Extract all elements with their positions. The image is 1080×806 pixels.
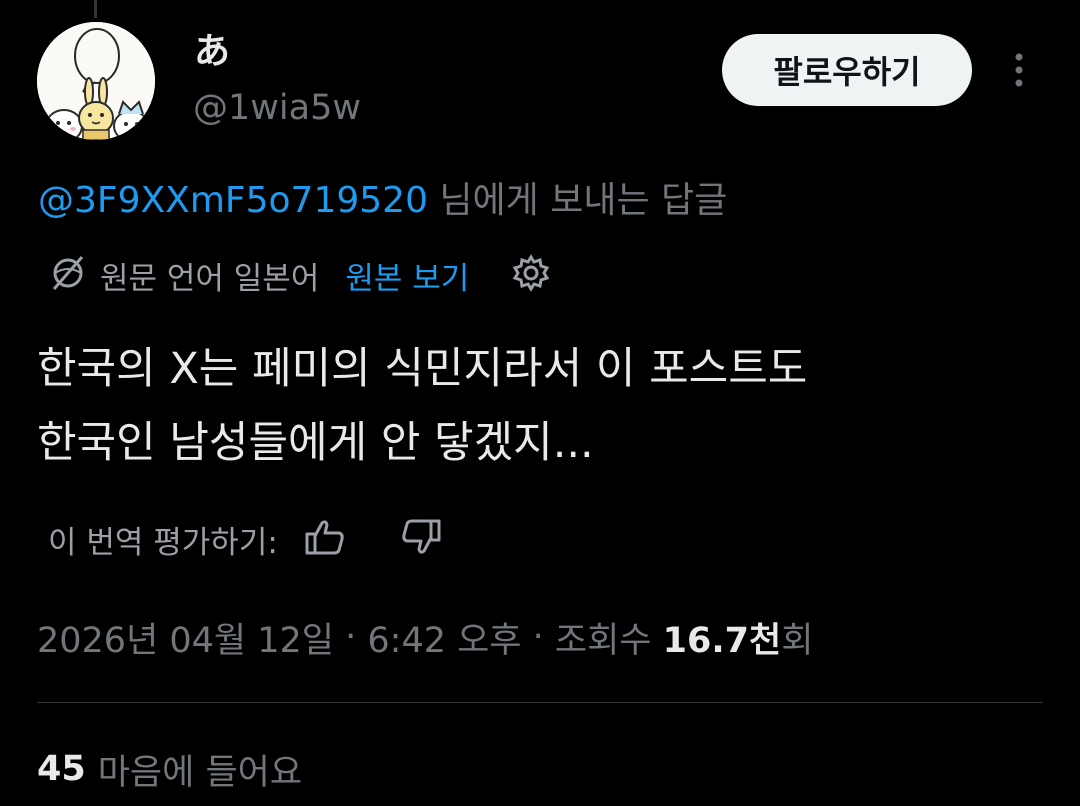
tweet-line: 한국인 남성들에게 안 닿겠지... (37, 418, 594, 468)
views-suffix: 회 (781, 620, 814, 661)
rate-translation-label: 이 번역 평가하기: (48, 524, 278, 561)
divider (37, 702, 1043, 703)
thread-connector-line (94, 0, 97, 18)
follow-button[interactable]: 팔로우하기 (722, 34, 972, 106)
avatar[interactable] (37, 22, 155, 140)
translation-rating: 이 번역 평가하기: (48, 514, 442, 564)
reply-mention-link[interactable]: @3F9XXmF5o719520 (38, 180, 428, 221)
tweet-metadata: 2026년 04월 12일 · 6:42 오후 · 조회수 16.7천 회 (37, 610, 813, 664)
thumbs-up-icon[interactable] (304, 517, 346, 561)
translation-bar: 원문 언어 일본어 원본 보기 (48, 250, 551, 300)
post-time[interactable]: 6:42 오후 (367, 612, 521, 663)
likes-count: 45 (37, 749, 86, 789)
source-language-label: 원문 언어 일본어 (100, 260, 320, 297)
reply-context: @3F9XXmF5o719520 님에게 보내는 답글 (38, 176, 727, 226)
meta-separator: · (334, 617, 368, 657)
views-count: 16.7천 (662, 620, 782, 661)
views-label: 조회수 (554, 620, 663, 661)
more-vertical-icon[interactable] (1004, 50, 1034, 90)
post-date[interactable]: 2026년 04월 12일 (37, 612, 334, 663)
likes-stat[interactable]: 45 마음에 들어요 (37, 744, 302, 794)
meta-separator: · (521, 617, 555, 657)
translate-icon (48, 253, 88, 297)
thumbs-down-icon[interactable] (400, 517, 442, 561)
author-handle[interactable]: @1wia5w (193, 86, 361, 130)
tweet-line: 한국의 X는 페미의 식민지라서 이 포스트도 (37, 344, 808, 394)
author-display-name[interactable]: あ (194, 30, 230, 74)
gear-icon[interactable] (511, 253, 551, 297)
view-original-link[interactable]: 원본 보기 (345, 253, 469, 298)
tweet-text: 한국의 X는 페미의 식민지라서 이 포스트도 한국인 남성들에게 안 닿겠지.… (37, 332, 1047, 480)
likes-label: 마음에 들어요 (97, 752, 303, 793)
reply-suffix-text: 님에게 보내는 답글 (427, 180, 728, 221)
avatar-illustration (37, 22, 155, 140)
